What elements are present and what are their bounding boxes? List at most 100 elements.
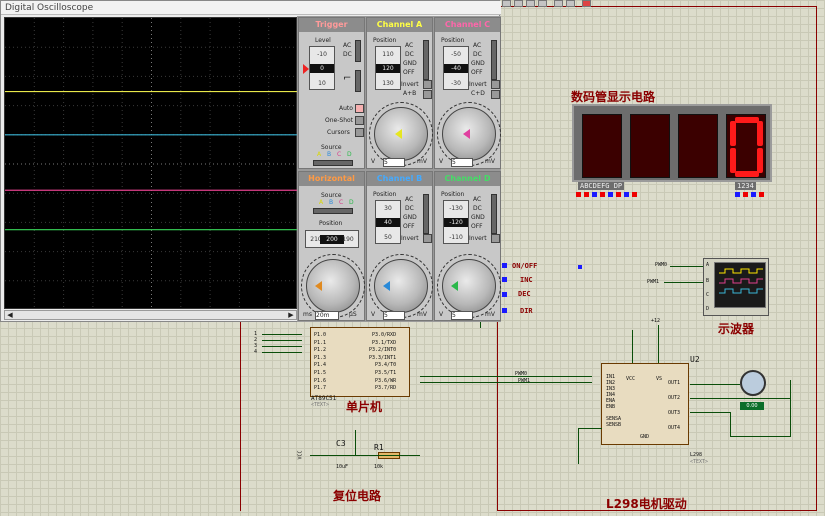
trigger-source-a[interactable]: A	[317, 151, 321, 158]
supply-label: +12	[651, 318, 661, 324]
toolbar-icon-3[interactable]	[526, 0, 535, 7]
cursors-button[interactable]	[355, 128, 364, 137]
channel-b-invert-button[interactable]	[423, 234, 432, 243]
channel-a-coupling-switch[interactable]	[423, 40, 429, 80]
mcu-left-pins: P1.0 P1.1 P1.2 P1.3 P1.4 P1.5 P1.6 P1.7	[314, 332, 326, 393]
pin-label: P1.2	[314, 347, 327, 354]
channel-b-coupling-switch[interactable]	[423, 194, 429, 234]
position-value: -110	[449, 234, 463, 241]
trigger-source-b[interactable]: B	[327, 151, 331, 158]
channel-a-sum-button[interactable]	[423, 90, 432, 99]
pin-label: P1.6	[314, 377, 327, 384]
driver-title: L298电机驱动	[606, 497, 687, 511]
wire	[355, 430, 356, 455]
channel-d-unit-mv: mV	[485, 311, 495, 318]
channel-c-invert-button[interactable]	[491, 80, 500, 89]
horizontal-source-b[interactable]: B	[329, 199, 333, 206]
seg-pin-labels: ABCDEFG DP	[578, 182, 625, 190]
horizontal-title: Horizontal	[299, 172, 364, 186]
switch-dir[interactable]	[502, 308, 507, 313]
channel-c-unit-v: V	[439, 158, 444, 165]
channel-d-unit-v: V	[439, 311, 444, 318]
scroll-right-arrow[interactable]: ▶	[286, 311, 296, 319]
switch-dec[interactable]	[502, 292, 507, 297]
trigger-level-spinner[interactable]: -10 0 10	[309, 46, 335, 90]
toolbar-icon-2[interactable]	[514, 0, 523, 7]
channel-a-position-spinner[interactable]: 110 120 130	[375, 46, 401, 90]
pin-label: P1.4	[314, 362, 327, 369]
oscilloscope-window[interactable]: Digital Oscilloscope ◀ ▶ Trigger Level -…	[0, 0, 501, 322]
channel-a-unit-v: V	[371, 158, 376, 165]
l298-driver-chip[interactable]: IN1 IN2 IN3 IN4 ENA ENB SENSA SENSB OUT1…	[601, 363, 689, 445]
switch-inc[interactable]	[502, 277, 507, 282]
horizontal-position-spinner[interactable]: 210 200 190	[305, 230, 359, 248]
cursors-label: Cursors	[327, 129, 350, 136]
vcc-label: VCC	[297, 450, 304, 460]
pin-label: P3.2/INT0	[369, 347, 397, 354]
pin-label: OUT4	[668, 425, 681, 431]
channel-d-panel: Channel D Position -130 -120 -110 AC DC …	[434, 171, 501, 321]
toolbar-icon-6[interactable]	[566, 0, 575, 7]
one-shot-button[interactable]	[355, 116, 364, 125]
channel-b-gnd: GND	[403, 214, 417, 221]
seg-pin	[759, 192, 764, 197]
trigger-source-c[interactable]: C	[337, 151, 341, 158]
trigger-edge-switch[interactable]	[355, 70, 361, 92]
horizontal-source-c[interactable]: C	[339, 199, 343, 206]
channel-b-invert: Invert	[401, 235, 419, 242]
wire	[690, 412, 730, 413]
mcu-chip[interactable]: P1.0 P1.1 P1.2 P1.3 P1.4 P1.5 P1.6 P1.7 …	[310, 327, 410, 397]
seg-pin	[616, 192, 621, 197]
seg-pin	[608, 192, 613, 197]
channel-d-invert-button[interactable]	[491, 234, 500, 243]
trigger-coupling-switch[interactable]	[355, 40, 361, 62]
trigger-source-d[interactable]: D	[347, 151, 352, 158]
mcu-text: <TEXT>	[311, 402, 330, 408]
channel-d-position-spinner[interactable]: -130 -120 -110	[443, 200, 469, 244]
channel-c-sum-button[interactable]	[491, 90, 500, 99]
toolbar-icon-1[interactable]	[502, 0, 511, 7]
pin-label: P3.6/WR	[375, 377, 397, 384]
channel-b-position-spinner[interactable]: 30 40 50	[375, 200, 401, 244]
horizontal-source-a[interactable]: A	[319, 199, 323, 206]
horizontal-source-slider[interactable]	[313, 208, 353, 214]
control-label-onoff: ON/OFF	[512, 262, 538, 270]
pin-label: P3.5/T1	[375, 369, 397, 376]
horizontal-knob-pointer-icon	[315, 281, 322, 291]
channel-c-scale-value: 5	[451, 158, 473, 167]
driver-vs: VS	[656, 376, 663, 382]
channel-d-off: OFF	[471, 223, 483, 230]
position-value: 110	[382, 51, 394, 58]
toolbar-icon-4[interactable]	[538, 0, 547, 7]
channel-a-invert-button[interactable]	[423, 80, 432, 89]
channel-c-knob-pointer-icon	[463, 129, 470, 139]
pin-label: P3.0/RXD	[372, 332, 397, 338]
channel-d-coupling-switch[interactable]	[491, 194, 497, 234]
edge-rise-icon[interactable]: ⌐	[343, 73, 351, 84]
wire	[690, 384, 740, 385]
mcu-right-pins: P3.0/RXD P3.1/TXD P3.2/INT0 P3.3/INT1 P3…	[369, 332, 396, 393]
trigger-source-slider[interactable]	[313, 160, 353, 166]
seven-segment-display[interactable]	[572, 104, 772, 182]
wire	[730, 436, 791, 437]
dc-motor[interactable]	[740, 370, 766, 396]
toolbar-icon-7[interactable]	[582, 0, 591, 7]
mcu-left-numbers: 1 2 3 4	[254, 331, 257, 355]
channel-c-coupling-switch[interactable]	[491, 40, 497, 80]
horizontal-scrollbar[interactable]: ◀ ▶	[4, 310, 297, 320]
scroll-left-arrow[interactable]: ◀	[5, 311, 15, 319]
pin-label: P3.3/INT1	[369, 354, 397, 361]
wire	[578, 428, 579, 464]
scope-ch-a: A	[706, 262, 710, 268]
seg-d	[735, 171, 759, 177]
driver-right-pins: OUT1 OUT2 OUT3 OUT4	[668, 376, 680, 436]
trigger-title: Trigger	[299, 18, 364, 32]
toolbar-icon-5[interactable]	[554, 0, 563, 7]
horizontal-source-d[interactable]: D	[349, 199, 354, 206]
scope-title: 示波器	[718, 322, 755, 336]
channel-c-position-spinner[interactable]: -50 -40 -30	[443, 46, 469, 90]
trigger-level-label: Level	[315, 37, 331, 44]
switch-onoff[interactable]	[502, 263, 507, 268]
r1-value: 10k	[374, 464, 384, 470]
auto-button[interactable]	[355, 104, 364, 113]
